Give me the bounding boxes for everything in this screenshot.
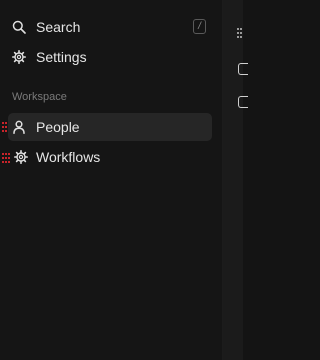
sidebar-item-people[interactable]: People — [8, 113, 212, 141]
gear-icon — [12, 50, 26, 64]
sidebar-item-settings[interactable]: Settings — [0, 43, 212, 71]
section-heading-workspace: Workspace — [12, 91, 67, 103]
search-icon — [12, 20, 26, 34]
workflow-gear-icon — [14, 150, 28, 164]
search-shortcut-badge: / — [193, 19, 206, 34]
row-checkbox[interactable] — [238, 96, 248, 108]
app-window: Search / Settings Workspace People Workf… — [0, 0, 248, 360]
row-checkbox[interactable] — [238, 63, 248, 75]
main-panel — [223, 0, 248, 360]
sidebar: Search / Settings Workspace People Workf… — [0, 0, 222, 360]
sidebar-item-label: People — [36, 119, 80, 135]
grid-handle-icon[interactable] — [237, 28, 243, 38]
sidebar-item-label: Search — [36, 19, 81, 35]
sidebar-item-label: Workflows — [36, 149, 101, 165]
sidebar-item-search[interactable]: Search — [0, 13, 212, 41]
sidebar-item-workflows[interactable]: Workflows — [0, 143, 212, 171]
sidebar-item-label: Settings — [36, 49, 87, 65]
person-icon — [12, 120, 26, 134]
